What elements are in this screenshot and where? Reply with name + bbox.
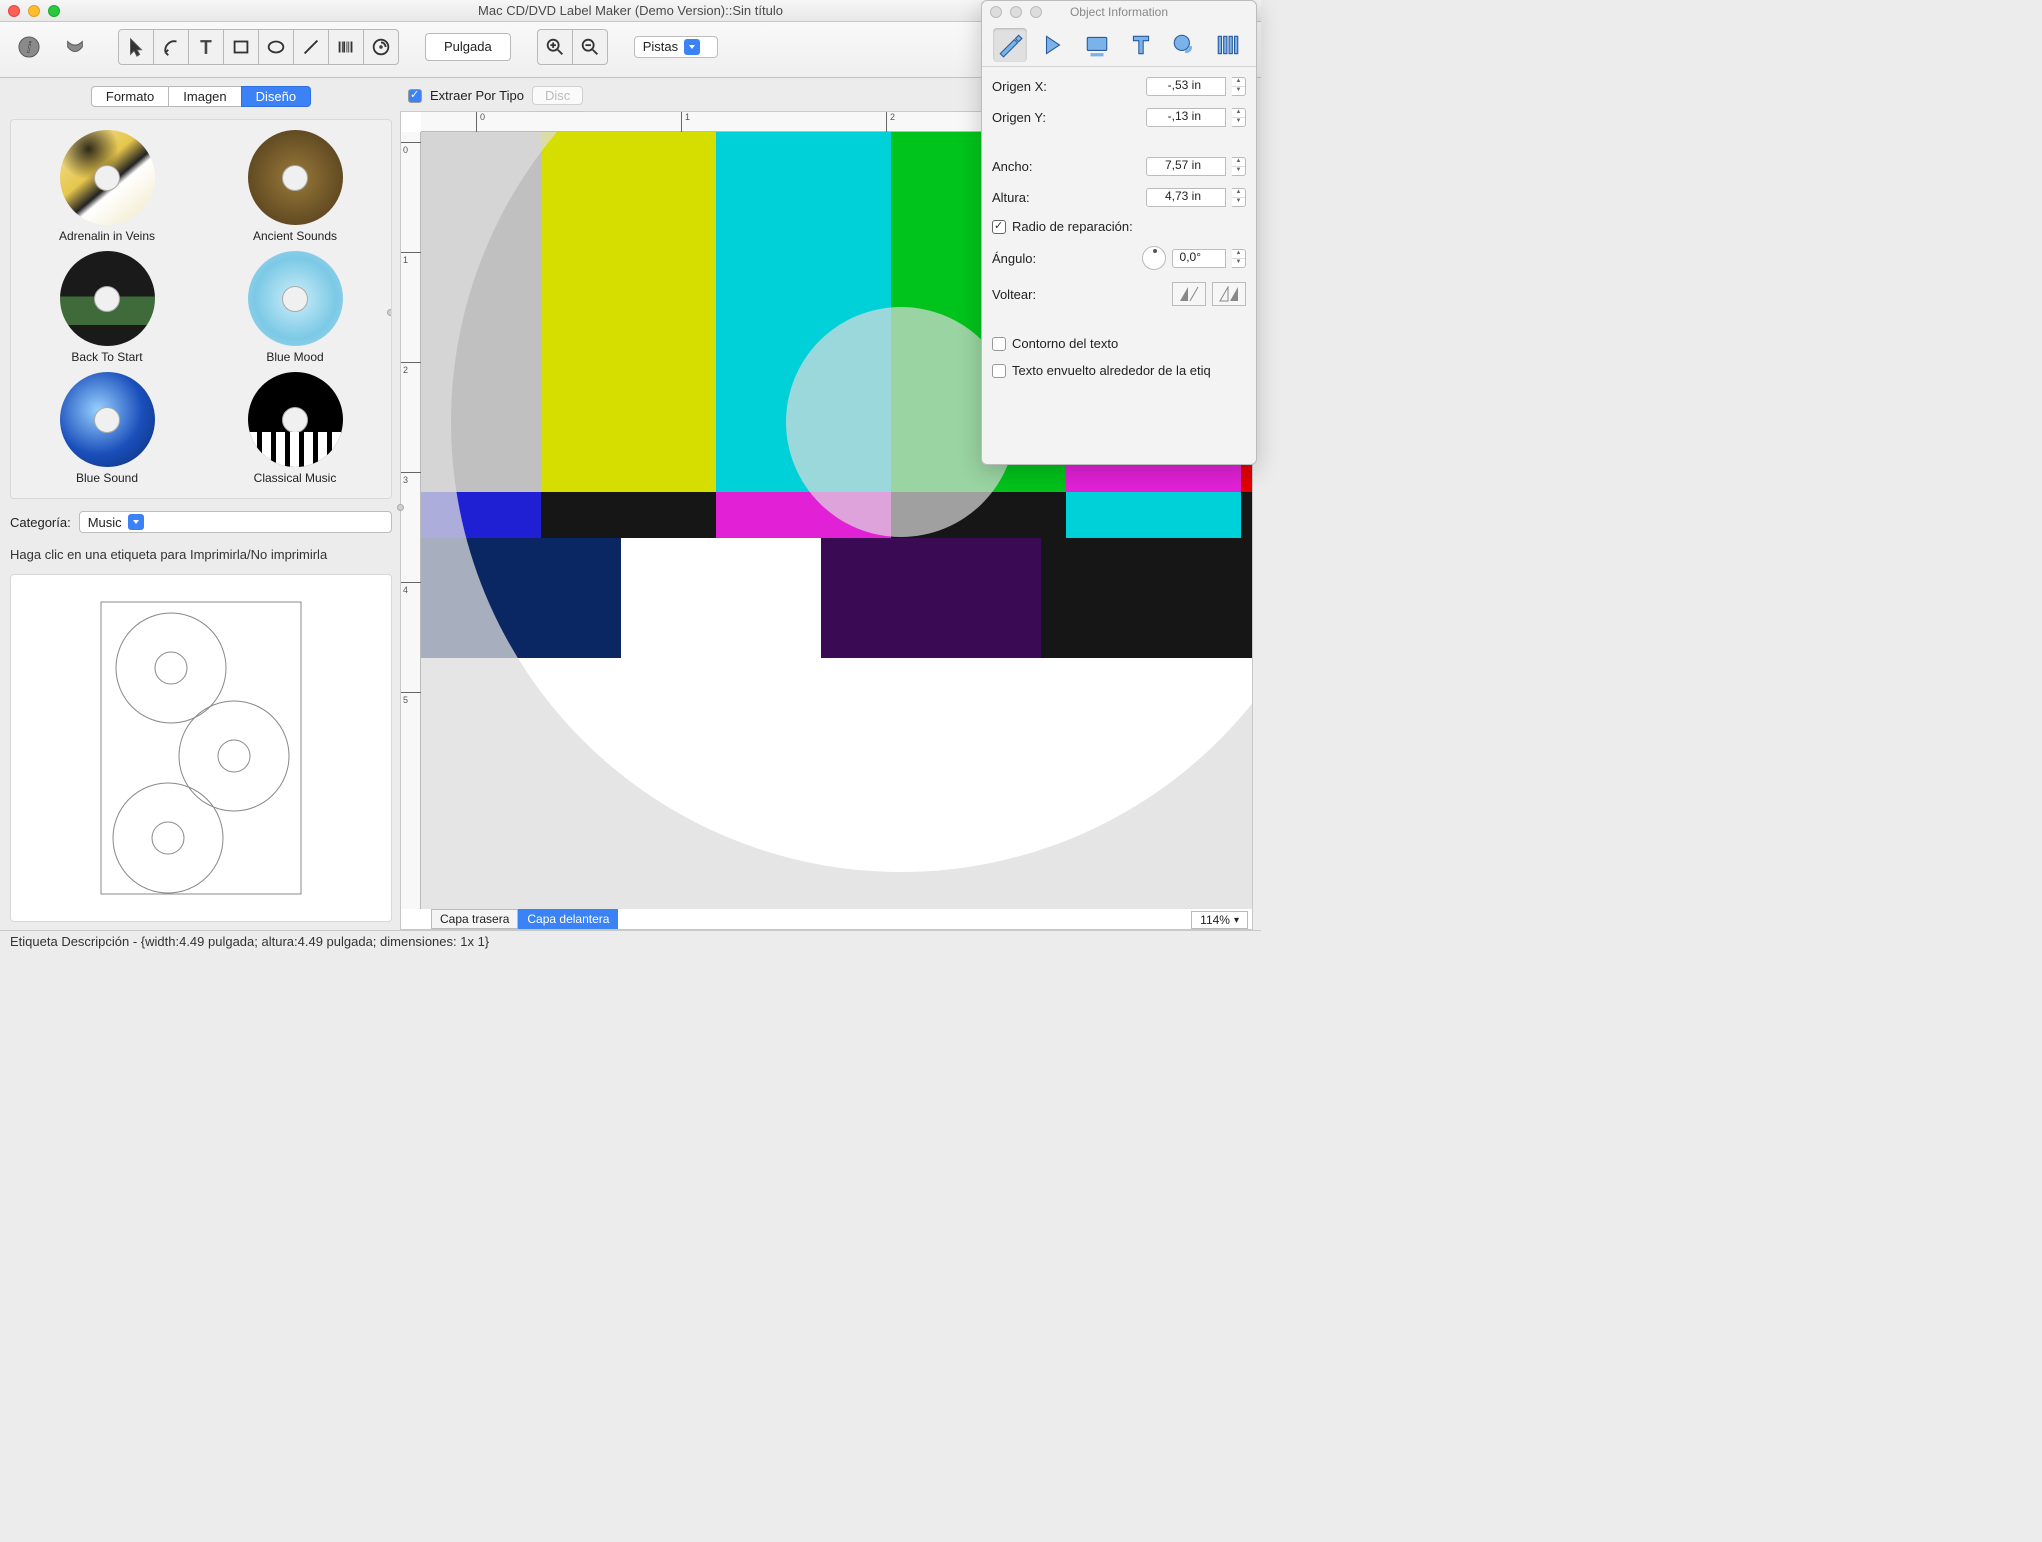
arc-tool[interactable] <box>153 29 189 65</box>
inspector-tab-align[interactable] <box>1211 28 1245 62</box>
list-item[interactable]: Back To Start <box>17 251 197 364</box>
ancho-label: Ancho: <box>992 159 1140 174</box>
envuelto-label: Texto envuelto alrededor de la etiq <box>1012 363 1211 378</box>
layer-tab-back[interactable]: Capa trasera <box>431 909 518 929</box>
inspector-tab-image[interactable] <box>1080 28 1114 62</box>
origin-y-stepper[interactable]: ▲▼ <box>1232 108 1246 127</box>
tab-diseno[interactable]: Diseño <box>241 86 311 107</box>
resize-handle[interactable] <box>387 309 392 316</box>
unit-button[interactable]: Pulgada <box>425 33 511 61</box>
flip-vertical-button[interactable] <box>1212 282 1246 306</box>
ratio-checkbox[interactable] <box>992 220 1006 234</box>
categoria-dropdown[interactable]: Music <box>79 511 392 533</box>
layer-tab-front[interactable]: Capa delantera <box>518 909 618 929</box>
altura-field[interactable]: 4,73 in <box>1146 188 1226 207</box>
origin-y-label: Origen Y: <box>992 110 1140 125</box>
contorno-label: Contorno del texto <box>1012 336 1118 351</box>
splitter-handle[interactable] <box>397 504 404 511</box>
ratio-label: Radio de reparación: <box>1012 219 1133 234</box>
list-item[interactable]: Blue Mood <box>205 251 385 364</box>
left-sidebar: Formato Imagen Diseño Adrenalin in Veins… <box>0 78 400 930</box>
origin-x-label: Origen X: <box>992 79 1140 94</box>
altura-label: Altura: <box>992 190 1140 205</box>
info-icon[interactable]: i <box>10 28 48 66</box>
inspector-tab-fill[interactable] <box>1036 28 1070 62</box>
ancho-field[interactable]: 7,57 in <box>1146 157 1226 176</box>
contorno-checkbox[interactable] <box>992 337 1006 351</box>
ruler-vertical: 0 1 2 3 4 5 <box>401 132 421 909</box>
voltear-label: Voltear: <box>992 287 1166 302</box>
mask-icon[interactable] <box>56 28 94 66</box>
label-layout-preview[interactable] <box>10 574 392 922</box>
design-templates-panel: Adrenalin in Veins Ancient Sounds Back T… <box>10 119 392 499</box>
line-tool[interactable] <box>293 29 329 65</box>
tracks-dropdown-label: Pistas <box>643 39 678 54</box>
zoom-in-icon[interactable] <box>537 29 573 65</box>
categoria-label: Categoría: <box>10 515 71 530</box>
origin-x-stepper[interactable]: ▲▼ <box>1232 77 1246 96</box>
envuelto-checkbox[interactable] <box>992 364 1006 378</box>
origin-y-field[interactable]: -,13 in <box>1146 108 1226 127</box>
inspector-tab-shadow[interactable] <box>1167 28 1201 62</box>
list-item[interactable]: Classical Music <box>205 372 385 485</box>
sidebar-tabs: Formato Imagen Diseño <box>10 86 392 107</box>
disc-button[interactable]: Disc <box>532 86 583 105</box>
list-item[interactable]: Blue Sound <box>17 372 197 485</box>
text-tool[interactable]: T <box>188 29 224 65</box>
extract-label: Extraer Por Tipo <box>430 88 524 103</box>
barcode-tool[interactable] <box>328 29 364 65</box>
angle-dial[interactable] <box>1142 246 1166 270</box>
inspector-tab-geometry[interactable] <box>993 28 1027 62</box>
rectangle-tool[interactable] <box>223 29 259 65</box>
tracks-dropdown[interactable]: Pistas <box>634 36 718 58</box>
status-bar: Etiqueta Descripción - {width:4.49 pulga… <box>0 930 1261 952</box>
svg-text:T: T <box>200 36 211 57</box>
angulo-stepper[interactable]: ▲▼ <box>1232 249 1246 268</box>
angulo-field[interactable]: 0,0° <box>1172 249 1226 268</box>
list-item[interactable]: Adrenalin in Veins <box>17 130 197 243</box>
list-item[interactable]: Ancient Sounds <box>205 130 385 243</box>
zoom-select[interactable]: 114% <box>1191 911 1248 929</box>
inspector-title: Object Information <box>982 5 1256 19</box>
angulo-label: Ángulo: <box>992 251 1136 266</box>
tab-imagen[interactable]: Imagen <box>168 86 241 107</box>
altura-stepper[interactable]: ▲▼ <box>1232 188 1246 207</box>
zoom-out-icon[interactable] <box>572 29 608 65</box>
print-hint: Haga clic en una etiqueta para Imprimirl… <box>10 547 392 562</box>
flip-horizontal-button[interactable] <box>1172 282 1206 306</box>
extract-checkbox[interactable] <box>408 89 422 103</box>
inspector-tab-text[interactable] <box>1124 28 1158 62</box>
object-info-inspector: Object Information Origen X: -,53 in ▲▼ Or… <box>981 0 1257 465</box>
origin-x-field[interactable]: -,53 in <box>1146 77 1226 96</box>
ancho-stepper[interactable]: ▲▼ <box>1232 157 1246 176</box>
tab-formato[interactable]: Formato <box>91 86 169 107</box>
stamp-tool[interactable] <box>363 29 399 65</box>
tool-palette: T <box>118 29 399 65</box>
pointer-tool[interactable] <box>118 29 154 65</box>
ellipse-tool[interactable] <box>258 29 294 65</box>
